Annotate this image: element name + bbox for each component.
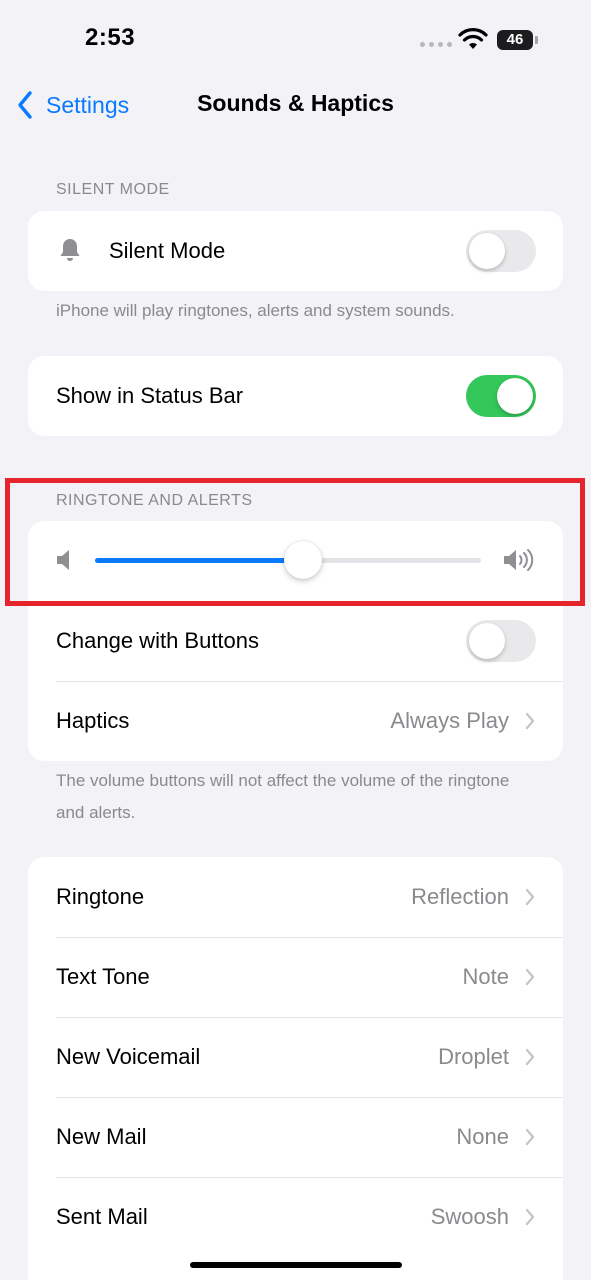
navigation-bar: Settings Sounds & Haptics [0, 80, 591, 130]
sound-label: Text Tone [56, 964, 150, 989]
sound-value: Droplet [438, 1044, 509, 1069]
silent-mode-card: Silent Mode [28, 211, 563, 291]
section-header-silent-mode: SILENT MODE [56, 181, 170, 198]
sound-row-ringtone[interactable]: Ringtone Reflection [28, 857, 563, 937]
sound-label: New Mail [56, 1124, 147, 1149]
volume-slider[interactable] [95, 541, 481, 579]
battery-icon: 46 [497, 30, 539, 50]
change-with-buttons-toggle[interactable] [466, 620, 536, 662]
show-in-status-bar-label: Show in Status Bar [56, 383, 244, 408]
battery-level: 46 [497, 30, 533, 50]
speaker-high-icon [504, 549, 534, 571]
volume-slider-thumb[interactable] [284, 541, 323, 579]
haptics-row[interactable]: Haptics Always Play [28, 681, 563, 761]
toggle-knob [469, 623, 505, 659]
sound-value: Swoosh [430, 1204, 509, 1229]
bell-icon [60, 239, 80, 261]
sound-label: Sent Mail [56, 1204, 148, 1229]
chevron-right-icon [525, 968, 535, 986]
status-bar-card: Show in Status Bar [28, 356, 563, 436]
sound-value: Reflection [411, 884, 509, 909]
sound-row-sent-mail[interactable]: Sent Mail Swoosh [28, 1177, 563, 1257]
chevron-right-icon [525, 712, 535, 730]
haptics-value: Always Play [390, 708, 509, 733]
chevron-right-icon [525, 1048, 535, 1066]
speaker-low-icon [57, 550, 69, 570]
silent-mode-row: Silent Mode [28, 211, 563, 291]
show-in-status-bar-toggle[interactable] [466, 375, 536, 417]
toggle-knob [497, 378, 533, 414]
sound-row-new-mail[interactable]: New Mail None [28, 1097, 563, 1177]
section-header-ringtone-alerts: RINGTONE AND ALERTS [56, 492, 253, 509]
sound-row-text-tone[interactable]: Text Tone Note [28, 937, 563, 1017]
status-time: 2:53 [85, 24, 136, 51]
chevron-right-icon [525, 1128, 535, 1146]
signal-dots-icon [420, 42, 454, 48]
show-in-status-bar-row: Show in Status Bar [28, 356, 563, 436]
home-indicator[interactable] [190, 1262, 402, 1268]
page-title: Sounds & Haptics [197, 90, 394, 116]
change-with-buttons-row: Change with Buttons [28, 601, 563, 681]
chevron-right-icon [525, 1208, 535, 1226]
silent-mode-label: Silent Mode [109, 238, 226, 263]
silent-mode-toggle[interactable] [466, 230, 536, 272]
wifi-icon [458, 28, 488, 49]
ringtone-alerts-card: Change with Buttons Haptics Always Play [28, 521, 563, 761]
sound-row-new-voicemail[interactable]: New Voicemail Droplet [28, 1017, 563, 1097]
chevron-right-icon [525, 888, 535, 906]
sound-label: New Voicemail [56, 1044, 201, 1069]
sound-value: Note [462, 964, 509, 989]
sound-label: Ringtone [56, 884, 145, 909]
sound-value: None [456, 1124, 509, 1149]
volume-slider-fill [95, 558, 304, 563]
sounds-card: Ringtone Reflection Text Tone Note New V… [28, 857, 563, 1280]
silent-mode-footer: iPhone will play ringtones, alerts and s… [56, 301, 455, 320]
volume-slider-row [28, 521, 563, 601]
status-bar: 2:53 46 [0, 0, 591, 80]
toggle-knob [469, 233, 505, 269]
haptics-label: Haptics [56, 708, 130, 733]
ringtone-alerts-footer: The volume buttons will not affect the v… [56, 771, 510, 822]
change-with-buttons-label: Change with Buttons [56, 628, 260, 653]
